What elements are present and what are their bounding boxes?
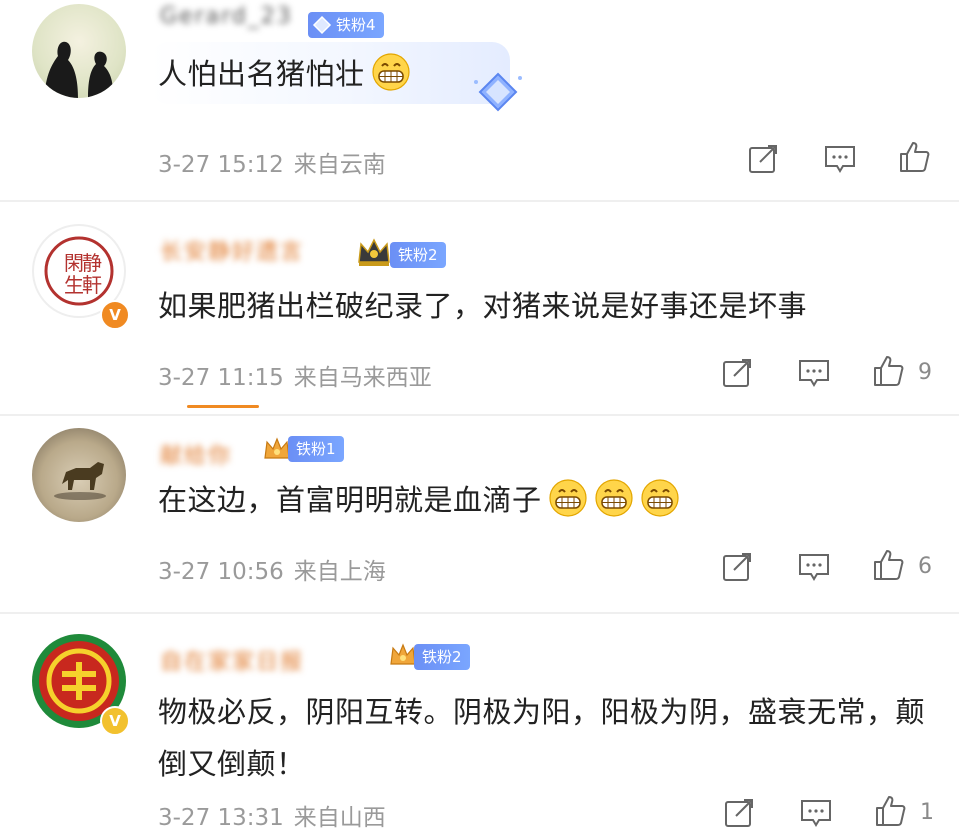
grin-emoji [371,53,410,91]
grin-emoji [594,479,633,517]
comment-location: 来自上海 [293,559,386,585]
like-count: 6 [918,554,932,579]
comment-icon[interactable] [797,356,831,390]
username-underline [187,405,259,408]
comment-text: 人怕出名猪怕壮 [158,50,411,98]
verified-badge: V [100,300,130,330]
share-icon[interactable] [720,356,754,390]
fan-badge-label: 铁粉1 [296,440,336,458]
fan-badge[interactable]: 铁粉2 [414,644,470,670]
comment-text-content: 人怕出名猪怕壮 [158,57,365,91]
comment-location: 来自马来西亚 [293,365,432,391]
share-icon[interactable] [720,550,754,584]
svg-text:生: 生 [64,273,84,297]
fan-badge[interactable]: 铁粉1 [288,436,344,462]
avatar[interactable] [32,428,126,522]
comment-text: 物极必反，阴阳互转。阴极为阳，阳极为阴，盛衰无常，颠倒又倒颠！ [158,695,926,781]
like-icon[interactable] [872,548,906,582]
diamond-decoration-icon [474,72,522,112]
svg-text:閑: 閑 [64,251,84,275]
like-count: 1 [920,800,934,825]
comment-icon[interactable] [799,796,833,830]
fan-badge[interactable]: 铁粉4 [308,12,384,38]
like-icon[interactable] [898,140,932,174]
fan-badge-label: 铁粉4 [336,16,376,34]
comment-time: 3-27 15:12 [158,152,284,178]
fan-badge-label: 铁粉2 [398,246,438,264]
grin-emoji [640,479,679,517]
fan-badge-label: 铁粉2 [422,648,462,666]
comment-item: Gerard_23 铁粉4 人怕出名猪怕壮 3-27 15:12 来自云南 [0,0,959,198]
comment-text: 如果肥猪出栏破纪录了，对猪来说是好事还是坏事 [158,289,808,323]
svg-text:静: 静 [82,251,102,275]
username[interactable]: 自在家家日报 [160,644,304,676]
avatar[interactable] [32,4,126,98]
comment-text-content: 在这边，首富明明就是血滴子 [158,483,542,517]
comment-meta: 3-27 11:15 来自马来西亚 [158,358,432,392]
fan-badge[interactable]: 铁粉2 [390,242,446,268]
comment-item: V 自在家家日报 铁粉2 物极必反，阴阳互转。阴极为阳，阳极为阴，盛衰无常，颠倒… [0,614,959,838]
comment-icon[interactable] [823,142,857,176]
like-icon[interactable] [874,794,908,828]
comment-item: 閑 静 生 軒 V 长安静好遗言 铁粉2 如果肥猪出栏破纪录了，对猪来说是好事还… [0,202,959,412]
username[interactable]: 长安静好遗言 [160,234,304,266]
comment-meta: 3-27 13:31 来自山西 [158,798,386,832]
comment-meta: 3-27 10:56 来自上海 [158,552,386,586]
comment-time: 3-27 11:15 [158,365,284,391]
comment-time: 3-27 13:31 [158,805,284,831]
svg-text:軒: 軒 [82,273,102,297]
share-icon[interactable] [722,796,756,830]
share-icon[interactable] [746,142,780,176]
crown-icon [358,238,390,266]
comment-meta: 3-27 15:12 来自云南 [158,145,386,179]
username[interactable]: 献给你 [160,438,232,470]
comment-location: 来自山西 [293,805,386,831]
comment-icon[interactable] [797,550,831,584]
verified-badge: V [100,706,130,736]
comment-time: 3-27 10:56 [158,559,284,585]
grin-emoji [548,479,587,517]
like-icon[interactable] [872,354,906,388]
diamond-icon [312,15,332,35]
username[interactable]: Gerard_23 [160,4,293,29]
comment-text: 在这边，首富明明就是血滴子 [158,476,680,524]
comment-item: 献给你 铁粉1 在这边，首富明明就是血滴子 3-27 10:56 来自上海 6 [0,416,959,612]
like-count: 9 [918,360,932,385]
comment-location: 来自云南 [293,152,386,178]
